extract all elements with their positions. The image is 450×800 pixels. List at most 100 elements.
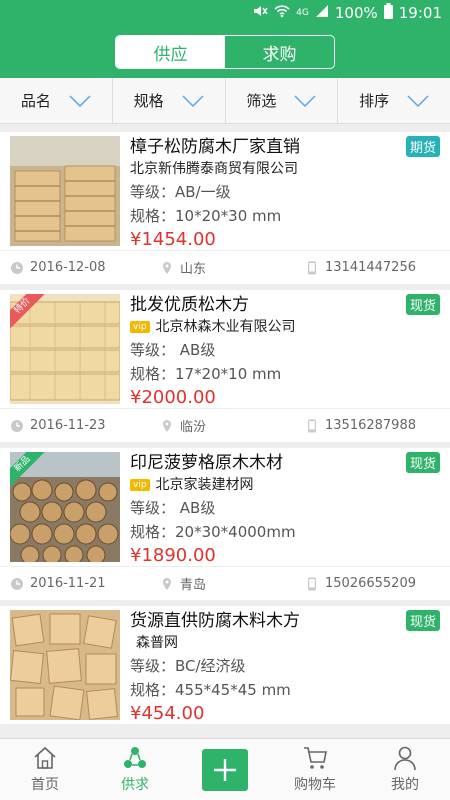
mute-icon [252, 4, 268, 22]
post-date: 2016-12-08 [30, 260, 106, 275]
post-date: 2016-11-23 [30, 418, 106, 433]
home-icon [34, 746, 56, 769]
tab-cart[interactable]: 购物车 [270, 739, 360, 800]
location-pin-icon [163, 261, 171, 274]
list-item[interactable]: 樟子松防腐木厂家直销 北京新伟腾泰商贸有限公司 等级：AB/一级 规格：10*2… [0, 132, 450, 284]
status-badge: 现货 [405, 452, 440, 473]
grade: 等级： AB级 [130, 499, 216, 517]
chevron-down-icon [69, 94, 91, 107]
spec: 规格：20*30*4000mm [130, 523, 296, 541]
tab-demand[interactable]: 求购 [225, 36, 334, 68]
battery-percent: 100% [334, 4, 378, 22]
listing-title: 货源直供防腐木料木方 [130, 611, 300, 631]
location: 青岛 [180, 578, 207, 593]
location: 临汾 [180, 420, 207, 435]
listing-title: 樟子松防腐木厂家直销 [130, 137, 300, 157]
listing-title: 批发优质松木方 [130, 295, 249, 315]
filter-label: 排序 [359, 92, 390, 110]
recycle-icon [124, 747, 146, 768]
location: 山东 [180, 262, 207, 277]
status-badge: 现货 [405, 294, 440, 315]
product-image: 特价 [10, 294, 120, 404]
filter-label: 规格 [133, 92, 164, 110]
status-badge: 期货 [405, 136, 440, 157]
spec: 规格：10*20*30 mm [130, 207, 282, 225]
listing-meta: 2016-11-23 临汾 13516287988 [0, 408, 450, 442]
tab-label: 供求 [121, 777, 149, 793]
chevron-down-icon [182, 94, 204, 107]
signal-icon [315, 4, 329, 22]
clock-icon [11, 577, 23, 590]
filter-spec[interactable]: 规格 [113, 78, 226, 123]
publish-button[interactable] [180, 739, 270, 800]
location-pin-icon [163, 419, 171, 432]
company-label: 森普网 [136, 635, 178, 651]
company-name: vip 北京家装建材网 [130, 474, 440, 496]
filter-screen[interactable]: 筛选 [226, 78, 339, 123]
listing-list: 樟子松防腐木厂家直销 北京新伟腾泰商贸有限公司 等级：AB/一级 规格：10*2… [0, 132, 450, 730]
filter-product-name[interactable]: 品名 [0, 78, 113, 123]
clock-icon [11, 261, 23, 274]
clock: 19:01 [398, 4, 442, 22]
price: ¥454.00 [130, 703, 205, 724]
phone-number[interactable]: 15026655209 [325, 576, 416, 591]
phone-icon [308, 577, 316, 590]
tab-label: 购物车 [294, 777, 336, 793]
phone-number[interactable]: 13516287988 [325, 418, 416, 433]
clock-icon [11, 419, 23, 432]
company-name: 北京新伟腾泰商贸有限公司 [130, 158, 440, 180]
network-type: 4G [296, 8, 309, 18]
grade: 等级： AB级 [130, 341, 216, 359]
wifi-icon [274, 4, 290, 22]
tab-label: 首页 [31, 777, 59, 793]
post-date: 2016-11-21 [30, 576, 106, 591]
spec: 规格：455*45*45 mm [130, 681, 291, 699]
tab-supply-demand[interactable]: 供求 [90, 739, 180, 800]
phone-number[interactable]: 13141447256 [325, 260, 416, 275]
company-label: 北京家装建材网 [155, 477, 254, 493]
price: ¥1454.00 [130, 229, 216, 250]
shopping-cart-icon [304, 747, 327, 769]
supply-demand-switch: 供应 求购 [115, 35, 335, 69]
list-item[interactable]: 特价 批发优质松木方 vip 北京林森木业有限公司 等级： AB级 规格：17*2… [0, 290, 450, 442]
vip-badge: vip [130, 479, 150, 491]
user-icon [394, 746, 416, 771]
filter-sort[interactable]: 排序 [338, 78, 450, 123]
company-label: 北京林森木业有限公司 [155, 319, 296, 335]
battery-icon [383, 3, 393, 23]
company-name: 森普网 [130, 632, 440, 654]
tab-label: 我的 [391, 777, 419, 793]
listing-meta: 2016-12-08 山东 13141447256 [0, 250, 450, 284]
status-bar: 4G 100% 19:01 [0, 0, 450, 26]
grade: 等级：BC/经济级 [130, 657, 246, 675]
plus-icon [214, 758, 236, 781]
filter-label: 筛选 [246, 92, 277, 110]
add-button[interactable] [202, 748, 248, 791]
grade: 等级：AB/一级 [130, 183, 231, 201]
listing-title: 印尼菠萝格原木木材 [130, 453, 283, 473]
chevron-down-icon [407, 94, 429, 107]
tab-supply[interactable]: 供应 [116, 36, 225, 68]
header: 供应 求购 [0, 26, 450, 78]
filter-bar: 品名 规格 筛选 排序 [0, 78, 450, 124]
location-pin-icon [163, 577, 171, 590]
list-item[interactable]: 货源直供防腐木料木方 森普网 等级：BC/经济级 规格：455*45*45 mm… [0, 606, 450, 724]
status-badge: 现货 [405, 610, 440, 631]
tab-mine[interactable]: 我的 [360, 739, 450, 800]
filter-label: 品名 [20, 92, 51, 110]
product-image [10, 136, 120, 246]
phone-icon [308, 419, 316, 432]
price: ¥2000.00 [130, 387, 216, 408]
chevron-down-icon [294, 94, 316, 107]
phone-icon [308, 261, 316, 274]
price: ¥1890.00 [130, 545, 216, 566]
spec: 规格：17*20*10 mm [130, 365, 282, 383]
company-name: vip 北京林森木业有限公司 [130, 316, 440, 338]
tab-home[interactable]: 首页 [0, 739, 90, 800]
company-label: 北京新伟腾泰商贸有限公司 [130, 161, 298, 177]
listing-meta: 2016-11-21 青岛 15026655209 [0, 566, 450, 600]
list-item[interactable]: 新品 印尼菠萝格原木木材 vip 北京家装建材网 等级： AB级 规格：20*30… [0, 448, 450, 600]
bottom-tab-bar: 首页 供求 购物车 我的 [0, 738, 450, 800]
vip-badge: vip [130, 321, 150, 333]
product-image: 新品 [10, 452, 120, 562]
